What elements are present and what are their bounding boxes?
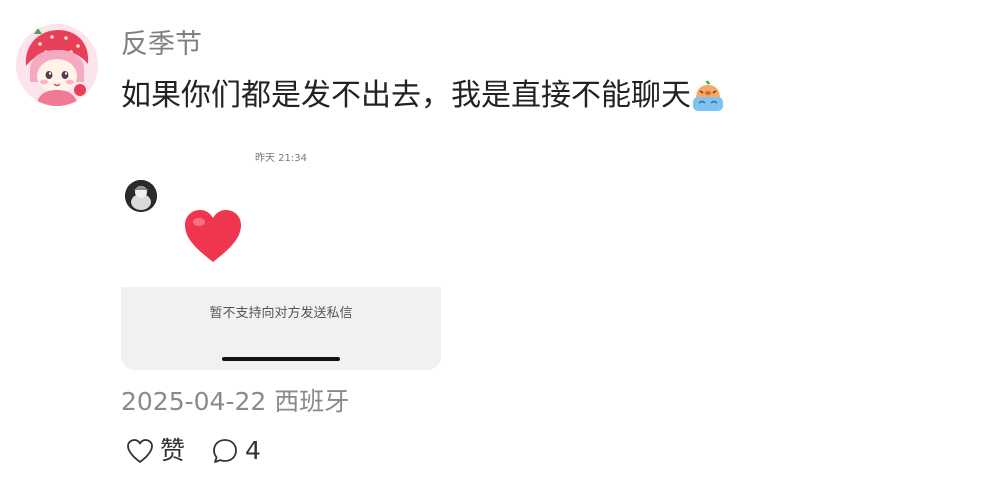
post-date: 2025-04-22 — [121, 387, 267, 416]
comment-card: 反季节 如果你们都是发不出去，我是直接不能聊天 昨天 21:34 暂不支持向对方… — [0, 0, 983, 489]
home-indicator — [222, 357, 340, 361]
comment-count: 4 — [245, 436, 261, 465]
post-meta: 2025-04-22 西班牙 — [121, 386, 349, 418]
post-actions: 赞 4 — [126, 434, 261, 468]
comment-text: 如果你们都是发不出去，我是直接不能聊天 — [121, 78, 691, 113]
chat-timestamp: 昨天 21:34 — [255, 153, 307, 164]
dm-restriction-notice: 暂不支持向对方发送私信 — [209, 306, 353, 321]
attached-screenshot[interactable]: 昨天 21:34 暂不支持向对方发送私信 — [121, 140, 441, 370]
chat-input-bar: 暂不支持向对方发送私信 — [121, 287, 441, 370]
cartoon-girl-avatar-icon — [16, 24, 98, 106]
post-location: 西班牙 — [274, 387, 350, 416]
heart-outline-icon — [127, 439, 153, 463]
user-avatar-icon — [125, 180, 157, 212]
comment-button[interactable]: 4 — [211, 436, 261, 466]
comment-bubble-icon — [213, 439, 237, 463]
like-label: 赞 — [160, 436, 186, 465]
like-button[interactable]: 赞 — [126, 436, 185, 466]
author-avatar[interactable] — [16, 24, 98, 106]
crying-emoji-icon — [692, 79, 724, 113]
author-name[interactable]: 反季节 — [121, 28, 202, 62]
red-heart-icon — [181, 206, 245, 266]
comment-text-row: 如果你们都是发不出去，我是直接不能聊天 — [121, 77, 724, 115]
